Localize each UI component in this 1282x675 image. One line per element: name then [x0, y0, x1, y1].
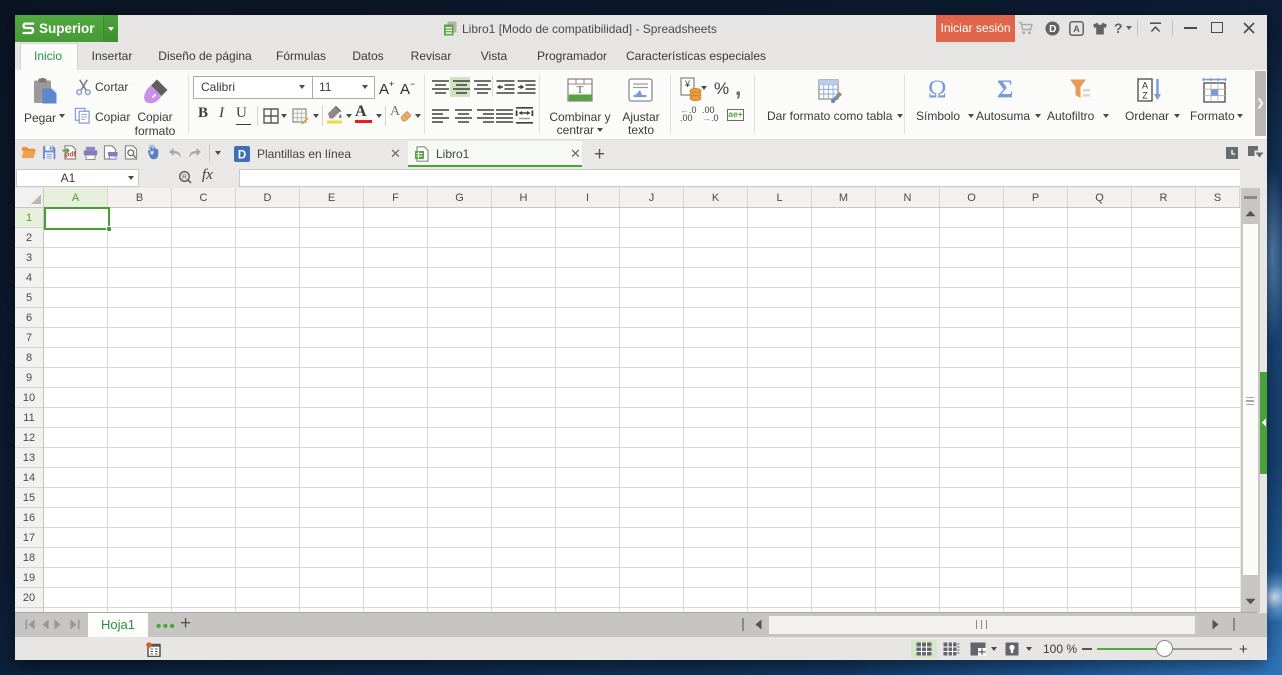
svg-text:A: A — [1142, 81, 1148, 91]
svg-text:D: D — [1049, 24, 1056, 35]
svg-text:T: T — [577, 84, 584, 96]
svg-text:D: D — [238, 150, 246, 162]
svg-text:Z: Z — [1142, 91, 1148, 101]
svg-text:R: R — [182, 174, 187, 181]
svg-text:A: A — [1073, 24, 1080, 34]
svg-text:¥: ¥ — [684, 79, 691, 89]
